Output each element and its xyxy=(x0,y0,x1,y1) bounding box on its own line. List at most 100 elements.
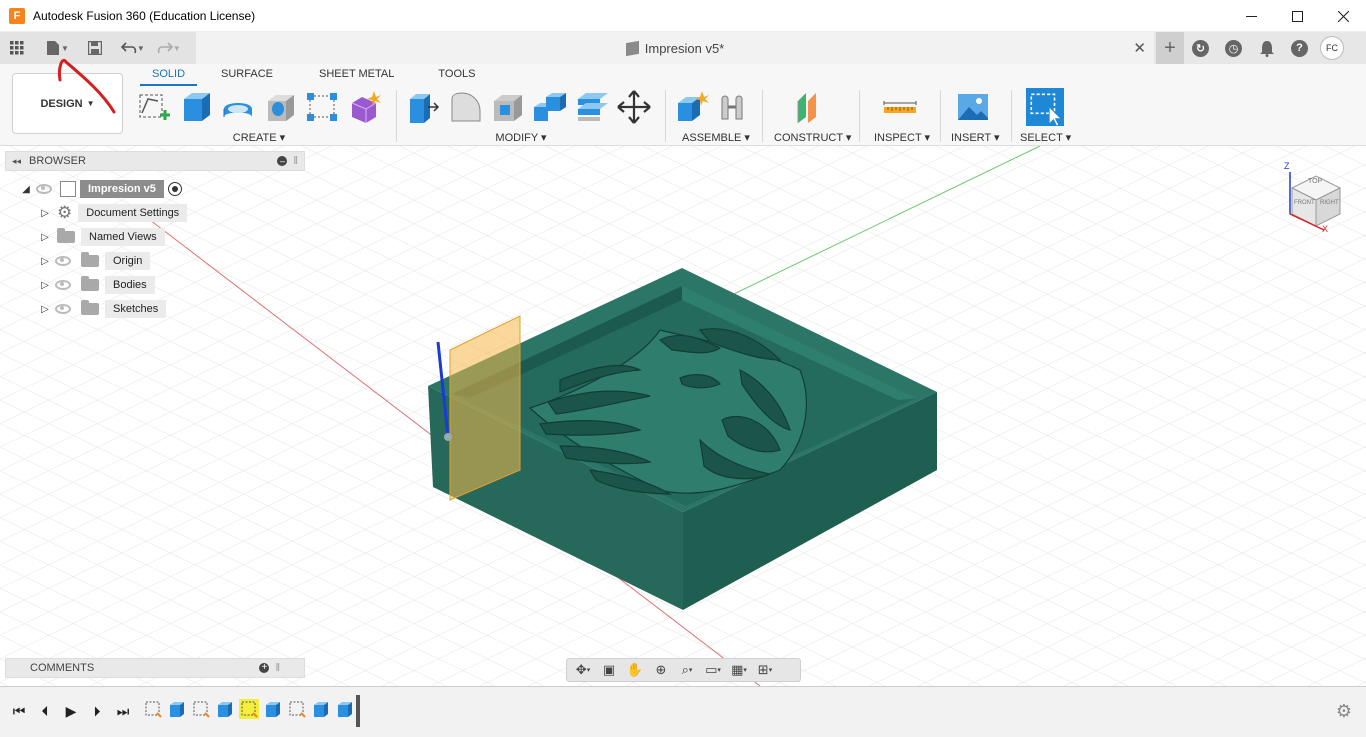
create-sketch-icon[interactable] xyxy=(136,89,172,125)
timeline-marker[interactable] xyxy=(356,695,360,727)
comments-panel[interactable]: COMMENTS + ‖ xyxy=(5,658,305,678)
viewport-canvas[interactable]: TOP FRONT RIGHT Z X xyxy=(0,146,1366,686)
revolve-icon[interactable] xyxy=(220,89,256,125)
browser-header[interactable]: ◂◂ BROWSER – ‖ xyxy=(5,151,305,171)
visibility-eye-icon[interactable] xyxy=(55,304,71,314)
zoom-button[interactable]: ⊕ xyxy=(649,660,673,680)
close-window-button[interactable] xyxy=(1320,0,1366,32)
app-grid-button[interactable] xyxy=(5,36,29,60)
select-icon[interactable] xyxy=(1026,88,1064,126)
visibility-eye-icon[interactable] xyxy=(55,280,71,290)
visibility-eye-icon[interactable] xyxy=(36,184,52,194)
tab-tools[interactable]: TOOLS xyxy=(426,64,487,86)
browser-root-node[interactable]: ◢ Impresion v5 xyxy=(20,180,182,198)
hole-icon[interactable] xyxy=(262,89,298,125)
look-at-button[interactable]: ▣ xyxy=(597,660,621,680)
workspace-switcher[interactable]: DESIGN ▼ xyxy=(12,73,123,134)
grid-settings-button[interactable]: ▦ ▾ xyxy=(727,660,751,680)
maximize-button[interactable] xyxy=(1274,0,1320,32)
insert-menu[interactable]: INSERT ▾ xyxy=(951,131,1000,144)
construct-menu[interactable]: CONSTRUCT ▾ xyxy=(774,131,851,144)
timeline-extrude-icon[interactable] xyxy=(335,699,355,719)
measure-icon[interactable] xyxy=(882,89,918,125)
browser-item-named-views[interactable]: ▷ Named Views xyxy=(39,228,165,246)
timeline-sketch-icon[interactable] xyxy=(143,699,163,719)
tab-surface[interactable]: SURFACE xyxy=(209,64,285,86)
view-cube-front[interactable]: FRONT xyxy=(1294,200,1315,206)
close-tab-button[interactable]: ✕ xyxy=(1133,39,1146,57)
user-avatar[interactable]: FC xyxy=(1320,36,1344,60)
redo-dropdown-caret-icon[interactable]: ▼ xyxy=(173,44,181,53)
minimize-browser-icon[interactable]: – xyxy=(277,156,288,166)
new-component-icon[interactable] xyxy=(674,89,710,125)
joint-icon[interactable] xyxy=(716,89,752,125)
collapse-triangle-icon[interactable]: ◢ xyxy=(20,183,32,195)
go-to-end-button[interactable]: ⏭ xyxy=(114,701,132,721)
visibility-eye-icon[interactable] xyxy=(55,256,71,266)
panel-grip-icon[interactable]: ‖ xyxy=(293,155,298,167)
expand-triangle-icon[interactable]: ▷ xyxy=(39,279,51,291)
new-tab-button[interactable]: + xyxy=(1156,32,1184,64)
help-button[interactable]: ? xyxy=(1283,32,1316,64)
tab-solid[interactable]: SOLID xyxy=(140,64,198,86)
minimize-button[interactable] xyxy=(1228,0,1274,32)
browser-item-origin[interactable]: ▷ Origin xyxy=(39,252,151,270)
offset-face-icon[interactable] xyxy=(574,89,610,125)
timeline-extrude-icon[interactable] xyxy=(215,699,235,719)
move-copy-icon[interactable] xyxy=(616,89,652,125)
insert-image-icon[interactable] xyxy=(955,89,991,125)
viewport-scene[interactable] xyxy=(0,146,1366,686)
document-tab[interactable]: Impresion v5* ✕ xyxy=(196,32,1154,64)
collapse-browser-icon[interactable]: ◂◂ xyxy=(12,156,21,167)
expand-triangle-icon[interactable]: ▷ xyxy=(39,303,51,315)
modify-menu[interactable]: MODIFY ▾ xyxy=(390,131,652,144)
view-cube-top[interactable]: TOP xyxy=(1308,178,1322,185)
save-button[interactable] xyxy=(83,36,107,60)
combine-icon[interactable] xyxy=(532,89,568,125)
inspect-menu[interactable]: INSPECT ▾ xyxy=(874,131,930,144)
timeline-extrude-icon[interactable] xyxy=(311,699,331,719)
create-form-icon[interactable] xyxy=(346,89,382,125)
go-to-start-button[interactable]: ⏮ xyxy=(10,701,28,721)
timeline-sketch-icon[interactable] xyxy=(287,699,307,719)
job-status-button[interactable]: ◷ xyxy=(1217,32,1250,64)
timeline-settings-button[interactable]: ⚙ xyxy=(1336,701,1352,722)
select-menu[interactable]: SELECT ▾ xyxy=(1020,131,1071,144)
step-back-button[interactable]: ⏴ xyxy=(36,701,54,721)
fit-button[interactable]: ⌕ ▾ xyxy=(675,660,699,680)
shell-icon[interactable] xyxy=(490,89,526,125)
undo-dropdown-caret-icon[interactable]: ▼ xyxy=(137,44,145,53)
press-pull-icon[interactable] xyxy=(406,89,442,125)
panel-grip-icon[interactable]: ‖ xyxy=(275,662,280,674)
timeline-extrude-icon[interactable] xyxy=(167,699,187,719)
data-panel-button[interactable]: ↻ xyxy=(1184,32,1217,64)
browser-item-sketches[interactable]: ▷ Sketches xyxy=(39,300,167,318)
activate-radio-icon[interactable] xyxy=(167,182,182,196)
expand-triangle-icon[interactable]: ▷ xyxy=(39,207,51,219)
play-button[interactable]: ▶ xyxy=(62,701,80,721)
browser-item-document-settings[interactable]: ▷ ⚙ Document Settings xyxy=(39,203,188,222)
pan-button[interactable]: ✋ xyxy=(623,660,647,680)
timeline-sketch-active-icon[interactable] xyxy=(239,699,259,719)
timeline-extrude-icon[interactable] xyxy=(263,699,283,719)
browser-item-bodies[interactable]: ▷ Bodies xyxy=(39,276,155,294)
orbit-button[interactable]: ✥ ▾ xyxy=(571,660,595,680)
step-forward-button[interactable]: ⏵ xyxy=(88,701,106,721)
add-comment-icon[interactable]: + xyxy=(259,663,270,673)
timeline-sketch-icon[interactable] xyxy=(191,699,211,719)
extrude-icon[interactable] xyxy=(178,89,214,125)
pattern-icon[interactable] xyxy=(304,89,340,125)
fillet-icon[interactable] xyxy=(448,89,484,125)
expand-triangle-icon[interactable]: ▷ xyxy=(39,231,51,243)
display-settings-button[interactable]: ▭ ▾ xyxy=(701,660,725,680)
notifications-button[interactable] xyxy=(1250,32,1283,64)
assemble-menu[interactable]: ASSEMBLE ▾ xyxy=(680,131,752,144)
create-menu[interactable]: CREATE ▾ xyxy=(136,131,382,144)
expand-triangle-icon[interactable]: ▷ xyxy=(39,255,51,267)
viewports-button[interactable]: ⊞ ▾ xyxy=(753,660,777,680)
view-cube[interactable]: TOP FRONT RIGHT Z X xyxy=(1280,160,1350,236)
offset-plane-icon[interactable] xyxy=(790,89,826,125)
tab-sheet-metal[interactable]: SHEET METAL xyxy=(307,64,406,86)
file-dropdown-caret-icon[interactable]: ▼ xyxy=(61,44,69,53)
view-cube-right[interactable]: RIGHT xyxy=(1320,200,1339,206)
